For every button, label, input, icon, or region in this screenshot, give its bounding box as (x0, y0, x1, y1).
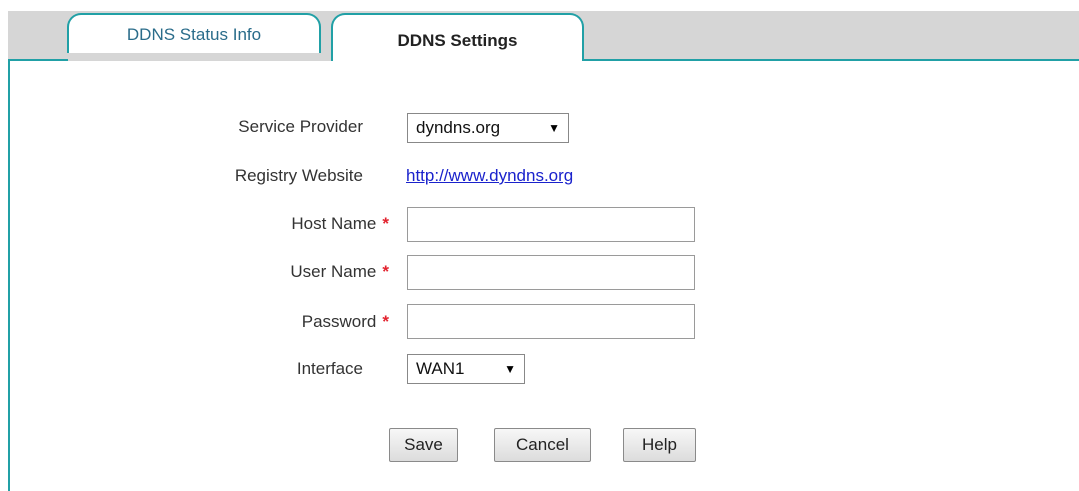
required-mark: * (382, 214, 389, 233)
interface-select[interactable]: WAN1 ▼ (407, 354, 525, 384)
dropdown-arrow-icon: ▼ (504, 362, 516, 376)
service-provider-select[interactable]: dyndns.org ▼ (407, 113, 569, 143)
help-button[interactable]: Help (623, 428, 696, 462)
interface-label: Interface (296, 359, 363, 378)
service-provider-label: Service Provider (238, 117, 363, 136)
save-button[interactable]: Save (389, 428, 458, 462)
interface-value: WAN1 (416, 359, 465, 378)
host-name-label: Host Name * (291, 214, 389, 233)
password-label: Password * (301, 312, 389, 331)
registry-website-link[interactable]: http://www.dyndns.org (406, 166, 573, 186)
host-name-field[interactable] (407, 207, 695, 242)
tab-bar-divider (8, 59, 68, 61)
content-left-border (8, 61, 10, 491)
tab-ddns-settings[interactable]: DDNS Settings (331, 13, 584, 61)
tab-label: DDNS Settings (397, 31, 518, 50)
required-mark: * (382, 262, 389, 281)
tab-ddns-status-info[interactable]: DDNS Status Info (67, 13, 321, 53)
user-name-label: User Name * (290, 262, 389, 281)
user-name-field[interactable] (407, 255, 695, 290)
password-field[interactable] (407, 304, 695, 339)
cancel-button[interactable]: Cancel (494, 428, 591, 462)
service-provider-value: dyndns.org (416, 118, 501, 137)
registry-website-label: Registry Website (234, 166, 363, 185)
tab-label: DDNS Status Info (126, 25, 262, 44)
tab-bar-divider (582, 59, 1079, 61)
required-mark: * (382, 312, 389, 331)
dropdown-arrow-icon: ▼ (548, 121, 560, 135)
